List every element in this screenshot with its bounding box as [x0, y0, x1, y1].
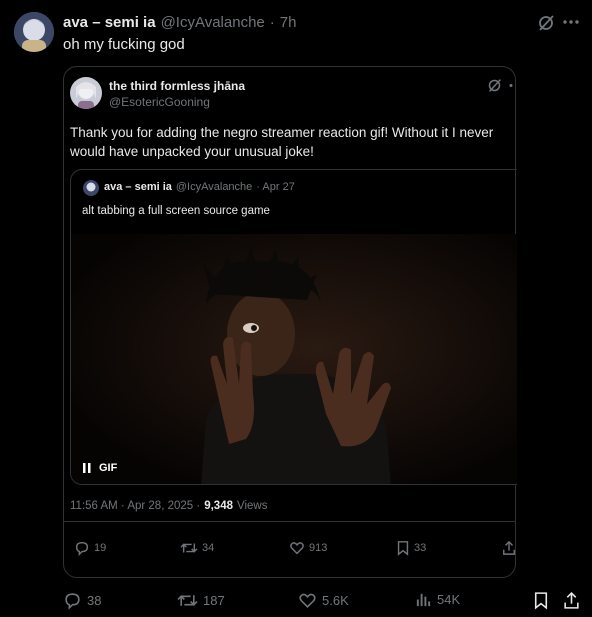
more-options-icon[interactable]: [563, 19, 579, 25]
gif-media[interactable]: GIF: [71, 234, 517, 484]
nested-post-text: alt tabbing a full screen source game: [82, 205, 270, 217]
bookmark-icon: [396, 540, 410, 556]
quoted-like-count: 913: [309, 542, 328, 554]
quoted-tweet-card[interactable]: the third formless jhāna @EsotericGoonin…: [63, 66, 517, 578]
quoted-author-name[interactable]: the third formless jhāna: [109, 79, 245, 93]
quoted-avatar[interactable]: [70, 77, 102, 109]
heart-icon: [289, 540, 305, 556]
reply-count: 38: [87, 593, 102, 608]
post-text: oh my fucking god: [63, 36, 185, 53]
reply-icon: [74, 540, 90, 556]
more-options-icon[interactable]: [508, 83, 514, 88]
quoted-reply-count: 19: [94, 542, 107, 554]
quoted-author-handle[interactable]: @EsotericGooning: [109, 95, 210, 109]
post-time[interactable]: 7h: [280, 14, 297, 31]
repost-button[interactable]: 187: [177, 591, 225, 610]
grok-icon[interactable]: [537, 14, 555, 32]
like-count: 5.6K: [322, 593, 349, 608]
share-icon[interactable]: [563, 591, 580, 610]
quoted-views-count: 9,348: [204, 500, 233, 512]
repost-icon: [177, 591, 198, 610]
bookmark-icon[interactable]: [533, 591, 549, 610]
quoted-repost-button[interactable]: 34: [180, 540, 214, 556]
nested-author-name[interactable]: ava – semi ia: [104, 181, 172, 193]
repost-icon: [180, 540, 198, 556]
views-chart-icon: [415, 591, 432, 608]
nested-quote-card[interactable]: ava – semi ia @IcyAvalanche · Apr 27 alt…: [70, 169, 517, 485]
quoted-bookmark-count: 33: [414, 542, 427, 554]
quoted-timestamp[interactable]: 11:56 AM · Apr 28, 2025 ·: [70, 500, 200, 512]
quoted-repost-count: 34: [202, 542, 215, 554]
separator: ·: [269, 14, 275, 31]
author-name[interactable]: ava – semi ia: [63, 14, 156, 31]
views-button[interactable]: 54K: [415, 591, 460, 608]
nested-avatar[interactable]: [83, 180, 99, 196]
views-count: 54K: [437, 592, 461, 607]
quoted-reply-button[interactable]: 19: [74, 540, 106, 556]
gif-label: GIF: [99, 462, 118, 474]
nested-author-handle[interactable]: @IcyAvalanche: [176, 181, 252, 193]
nested-date[interactable]: · Apr 27: [256, 181, 295, 193]
heart-icon: [298, 591, 317, 610]
share-icon[interactable]: [502, 540, 516, 556]
divider: [64, 521, 515, 522]
grok-icon[interactable]: [487, 78, 502, 93]
reply-icon: [63, 591, 82, 610]
reply-button[interactable]: 38: [63, 591, 101, 610]
repost-count: 187: [203, 593, 225, 608]
quoted-post-text: Thank you for adding the negro streamer …: [70, 125, 494, 159]
pause-icon[interactable]: [83, 463, 91, 473]
quoted-bookmark-button[interactable]: 33: [396, 540, 426, 556]
author-handle[interactable]: @IcyAvalanche: [161, 14, 265, 31]
gif-badge: GIF: [83, 462, 117, 474]
like-button[interactable]: 5.6K: [298, 591, 349, 610]
quoted-views-label: Views: [236, 500, 268, 512]
quoted-like-button[interactable]: 913: [289, 540, 327, 556]
avatar[interactable]: [14, 12, 54, 52]
